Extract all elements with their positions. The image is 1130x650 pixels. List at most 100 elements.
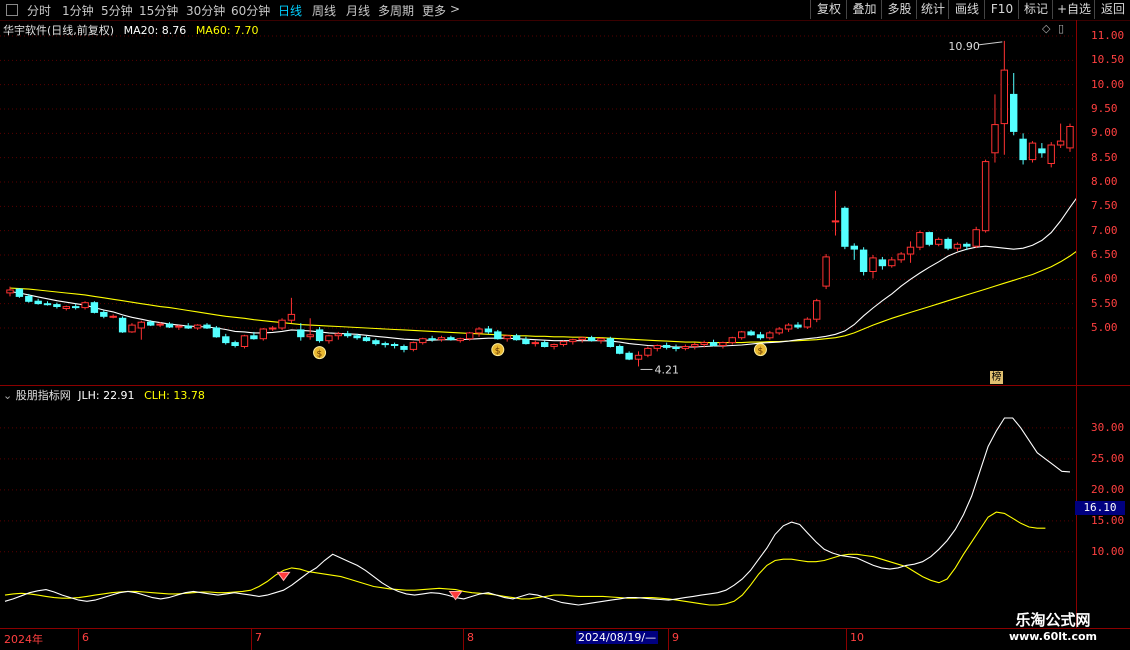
period-tab-5min[interactable]: 5分钟 [101, 2, 133, 19]
period-tab-fenshi[interactable]: 分时 [27, 2, 51, 19]
candle-body [925, 232, 933, 245]
candle-body [578, 337, 586, 341]
multi-stock-button[interactable]: 多股 [881, 0, 917, 19]
indicator-tick-label: 25.00 [1091, 451, 1125, 465]
candle-body [747, 331, 755, 336]
candle-body [334, 333, 343, 337]
candle-body [156, 323, 164, 326]
candle-body [456, 338, 465, 342]
candle-body [700, 342, 708, 346]
candle-body [72, 306, 80, 309]
candle-body [1066, 126, 1074, 149]
period-tab-60min[interactable]: 60分钟 [231, 2, 270, 19]
price-tick-label: 9.50 [1091, 102, 1118, 115]
period-toolbar: 分时 1分钟 5分钟 15分钟 30分钟 60分钟 日线 周线 月线 多周期 更… [0, 0, 1130, 21]
money-bag-icon: $ [757, 347, 763, 357]
time-label-oct: 10 [850, 631, 864, 644]
period-tab-daily[interactable]: 日线 [278, 2, 302, 19]
candle-body [559, 341, 568, 346]
candle-body [6, 289, 14, 294]
candle-body [62, 306, 70, 310]
candlestick-chart: 10.90 4.21 $ $ $ [0, 35, 1076, 376]
candle-body [278, 319, 286, 329]
period-tab-30min[interactable]: 30分钟 [186, 2, 225, 19]
candle-body [184, 325, 192, 329]
candle-body [916, 232, 924, 248]
price-tick-label: 5.00 [1091, 321, 1118, 334]
indicator-tick-label: 20.00 [1091, 482, 1125, 496]
candle-body [541, 342, 549, 348]
candle-body [25, 295, 33, 302]
fuquan-button[interactable]: 复权 [810, 0, 847, 19]
current-value-badge: 16.10 [1075, 501, 1125, 515]
candle-body [878, 259, 887, 267]
watermark: 乐淘公式网 www.60lt.com [998, 609, 1108, 643]
price-tick-label: 7.00 [1091, 223, 1118, 237]
mark-button[interactable]: 标记 [1018, 0, 1053, 19]
candle-body [963, 243, 971, 247]
period-tab-more[interactable]: 更多 [422, 2, 446, 19]
candle-body [100, 311, 108, 317]
candle-body [372, 340, 380, 345]
candle-body [353, 335, 361, 339]
chevron-right-icon[interactable]: > [450, 2, 460, 16]
candle-body [1000, 69, 1008, 125]
close-icon[interactable] [6, 4, 18, 16]
candle-body [165, 323, 174, 328]
candle-body [193, 324, 202, 329]
candle-body [390, 344, 399, 346]
price-tick-label: 6.50 [1091, 248, 1118, 261]
candle-body [756, 334, 765, 339]
ma60-line [9, 250, 1076, 344]
candle-body [859, 249, 868, 273]
add-watchlist-button[interactable]: +自选 [1052, 0, 1095, 19]
indicator-tick-label: 10.00 [1091, 544, 1125, 558]
candle-body [813, 300, 821, 320]
period-tab-1min[interactable]: 1分钟 [62, 2, 94, 19]
candle-body [625, 352, 633, 360]
price-tick-label: 11.00 [1091, 29, 1125, 42]
period-tab-15min[interactable]: 15分钟 [139, 2, 178, 19]
indicator-tick-label: 30.00 [1091, 420, 1125, 434]
candle-body [437, 337, 446, 341]
candle-body [419, 338, 427, 344]
candle-body [175, 325, 183, 328]
candle-body [381, 343, 389, 346]
candle-body [888, 259, 896, 267]
rank-badge[interactable]: 榜 [990, 371, 1003, 384]
draw-line-button[interactable]: 画线 [948, 0, 985, 19]
candle-body [738, 331, 746, 339]
candle-body [250, 335, 258, 340]
candle-body [784, 324, 793, 330]
candle-body [728, 337, 736, 344]
candle-body [400, 346, 408, 350]
candle-body [531, 342, 539, 345]
money-bag-icon: $ [495, 347, 501, 357]
candle-body [803, 318, 812, 328]
candle-body [315, 329, 324, 342]
cursor-date-badge: 2024/08/19/— [576, 631, 659, 644]
time-label-jun: 6 [82, 631, 89, 644]
watermark-url: www.60lt.com [1008, 630, 1098, 643]
candle-body [503, 335, 511, 340]
price-tick-label: 6.00 [1091, 272, 1118, 286]
period-tab-monthly[interactable]: 月线 [346, 2, 370, 19]
candle-body [90, 302, 99, 313]
stats-button[interactable]: 统计 [916, 0, 949, 19]
candle-body [34, 300, 42, 305]
candle-body [109, 315, 117, 318]
period-tab-weekly[interactable]: 周线 [312, 2, 336, 19]
high-marker-label: 10.90 [948, 40, 980, 53]
period-tab-multi[interactable]: 多周期 [378, 2, 414, 19]
back-button[interactable]: 返回 [1094, 0, 1130, 19]
candle-body [128, 324, 136, 333]
candle-body [841, 207, 849, 247]
candle-body [222, 336, 230, 344]
f10-button[interactable]: F10 [984, 0, 1019, 19]
candle-body [587, 337, 596, 342]
candle-body [1010, 93, 1018, 132]
candle-body [81, 302, 89, 309]
overlay-button[interactable]: 叠加 [846, 0, 882, 19]
candle-body [569, 339, 577, 343]
candle-body [662, 345, 671, 348]
